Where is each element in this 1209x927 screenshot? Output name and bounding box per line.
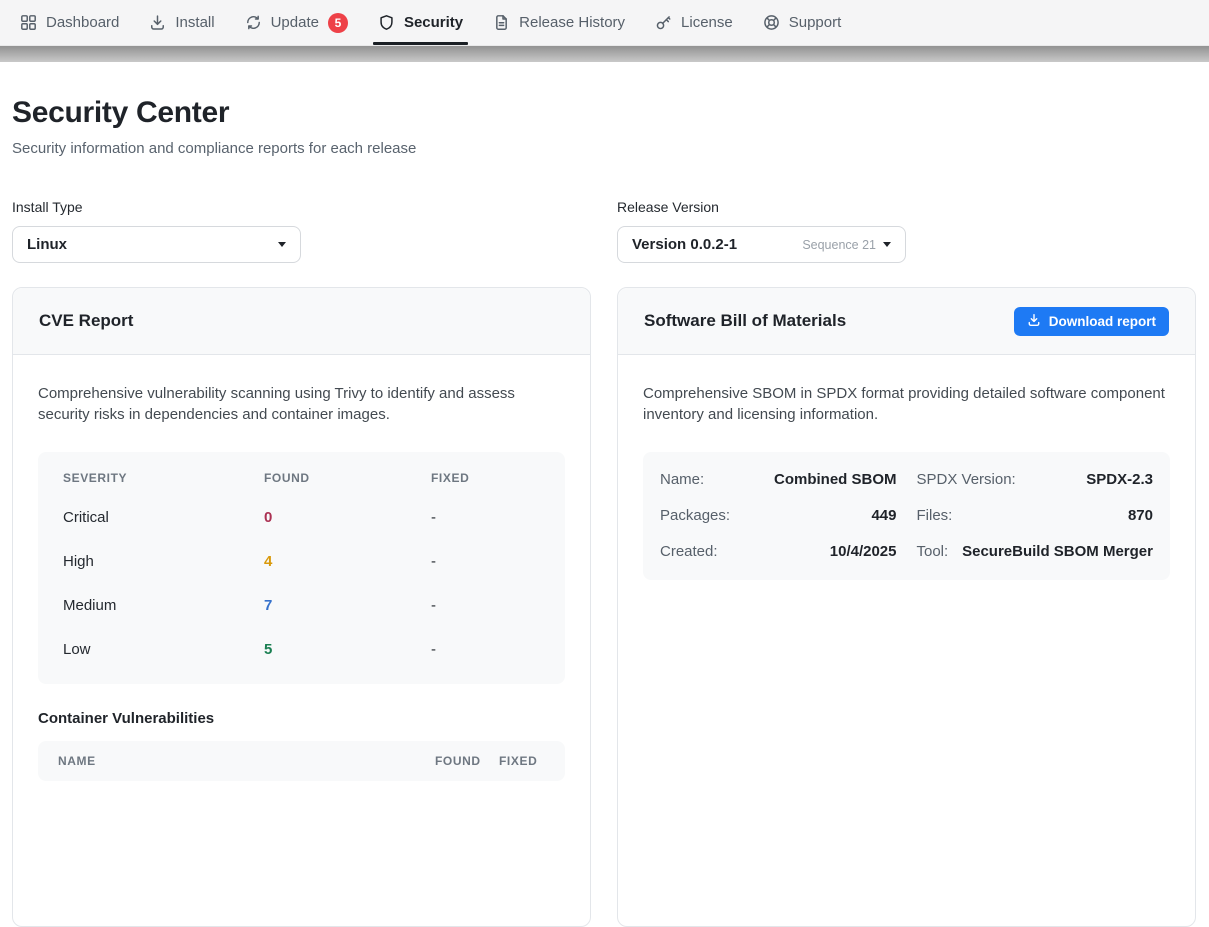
install-type-label: Install Type — [12, 199, 591, 215]
found-count: 5 — [264, 641, 431, 658]
shield-icon — [378, 14, 395, 31]
nav-label: Install — [175, 14, 214, 31]
list-item: Created: 10/4/2025 — [660, 534, 897, 570]
nav-label: Support — [789, 14, 842, 31]
table-row: Critical 0 - — [38, 496, 565, 540]
fixed-count: - — [431, 597, 540, 614]
release-version-select[interactable]: Version 0.0.2-1 Sequence 21 — [617, 226, 906, 263]
sequence-badge: Sequence 21 — [802, 238, 876, 252]
col-found: Found — [264, 471, 431, 485]
release-version-label: Release Version — [617, 199, 1196, 215]
list-item: Packages: 449 — [660, 498, 897, 534]
col-fixed: Fixed — [431, 471, 540, 485]
detail-label: SPDX Version: — [917, 471, 1016, 488]
nav-item-dashboard[interactable]: Dashboard — [5, 0, 134, 45]
document-icon — [493, 14, 510, 31]
sbom-header: Software Bill of Materials Download repo… — [618, 288, 1195, 355]
nav-item-release-history[interactable]: Release History — [478, 0, 640, 45]
detail-value: Combined SBOM — [774, 471, 897, 488]
detail-value: SPDX-2.3 — [1086, 471, 1153, 488]
install-type-select[interactable]: Linux — [12, 226, 301, 263]
severity-label: Low — [63, 641, 264, 658]
dashboard-icon — [20, 14, 37, 31]
list-item: SPDX Version: SPDX-2.3 — [917, 462, 1154, 498]
detail-value: 10/4/2025 — [830, 543, 897, 560]
fixed-count: - — [431, 641, 540, 658]
top-navigation: Dashboard Install Update 5 Security — [0, 0, 1209, 46]
detail-label: Tool: — [917, 543, 949, 560]
download-report-button[interactable]: Download report — [1014, 307, 1169, 336]
cve-report-header: CVE Report — [13, 288, 590, 355]
update-count-badge: 5 — [328, 13, 348, 33]
table-row: Medium 7 - — [38, 584, 565, 628]
severity-label: Medium — [63, 597, 264, 614]
found-count: 7 — [264, 597, 431, 614]
page-subtitle: Security information and compliance repo… — [12, 140, 1197, 157]
detail-label: Packages: — [660, 507, 730, 524]
cve-report-description: Comprehensive vulnerability scanning usi… — [38, 383, 563, 426]
nav-item-install[interactable]: Install — [134, 0, 229, 45]
detail-label: Created: — [660, 543, 718, 560]
cve-report-body: Comprehensive vulnerability scanning usi… — [13, 355, 590, 809]
nav-item-security[interactable]: Security — [363, 0, 478, 45]
severity-label: High — [63, 553, 264, 570]
sbom-details-grid: Name: Combined SBOM SPDX Version: SPDX-2… — [643, 452, 1170, 580]
detail-label: Name: — [660, 471, 704, 488]
nav-label: Release History — [519, 14, 625, 31]
nav-label: Update — [271, 14, 319, 31]
install-type-value: Linux — [27, 236, 67, 253]
table-row: High 4 - — [38, 540, 565, 584]
detail-value: 449 — [871, 507, 896, 524]
list-item: Tool: SecureBuild SBOM Merger — [917, 534, 1154, 570]
download-icon — [1027, 313, 1041, 330]
filters-row: Install Type Linux Release Version Versi… — [12, 199, 1197, 263]
cve-report-title: CVE Report — [39, 311, 133, 331]
severity-label: Critical — [63, 509, 264, 526]
detail-value: 870 — [1128, 507, 1153, 524]
table-row: Low 5 - — [38, 628, 565, 672]
refresh-icon — [245, 14, 262, 31]
fixed-count: - — [431, 509, 540, 526]
sbom-title: Software Bill of Materials — [644, 311, 846, 331]
sbom-body: Comprehensive SBOM in SPDX format provid… — [618, 355, 1195, 608]
detail-label: Files: — [917, 507, 953, 524]
container-vulnerabilities-title: Container Vulnerabilities — [38, 710, 565, 727]
chevron-down-icon — [883, 242, 891, 247]
col-found: Found — [435, 754, 499, 768]
nav-label: License — [681, 14, 733, 31]
col-name: Name — [58, 754, 435, 768]
nav-item-support[interactable]: Support — [748, 0, 857, 45]
detail-value: SecureBuild SBOM Merger — [962, 543, 1153, 560]
severity-table: Severity Found Fixed Critical 0 - High 4… — [38, 452, 565, 684]
download-report-label: Download report — [1049, 314, 1156, 329]
container-vulnerabilities-header: Name Found Fixed — [38, 741, 565, 781]
fixed-count: - — [431, 553, 540, 570]
nav-label: Dashboard — [46, 14, 119, 31]
list-item: Name: Combined SBOM — [660, 462, 897, 498]
release-version-value: Version 0.0.2-1 — [632, 236, 737, 253]
sbom-card: Software Bill of Materials Download repo… — [617, 287, 1196, 927]
col-severity: Severity — [63, 471, 264, 485]
lifebuoy-icon — [763, 14, 780, 31]
nav-item-update[interactable]: Update 5 — [230, 0, 363, 45]
download-icon — [149, 14, 166, 31]
nav-item-license[interactable]: License — [640, 0, 748, 45]
page-title: Security Center — [12, 96, 1197, 130]
chevron-down-icon — [278, 242, 286, 247]
key-icon — [655, 14, 672, 31]
found-count: 4 — [264, 553, 431, 570]
col-fixed: Fixed — [499, 754, 545, 768]
header-shadow-divider — [0, 46, 1209, 62]
list-item: Files: 870 — [917, 498, 1154, 534]
cards-row: CVE Report Comprehensive vulnerability s… — [12, 287, 1197, 927]
sbom-description: Comprehensive SBOM in SPDX format provid… — [643, 383, 1168, 426]
cve-report-card: CVE Report Comprehensive vulnerability s… — [12, 287, 591, 927]
found-count: 0 — [264, 509, 431, 526]
nav-label: Security — [404, 14, 463, 31]
severity-table-header: Severity Found Fixed — [38, 460, 565, 496]
main-content: Security Center Security information and… — [0, 96, 1209, 927]
